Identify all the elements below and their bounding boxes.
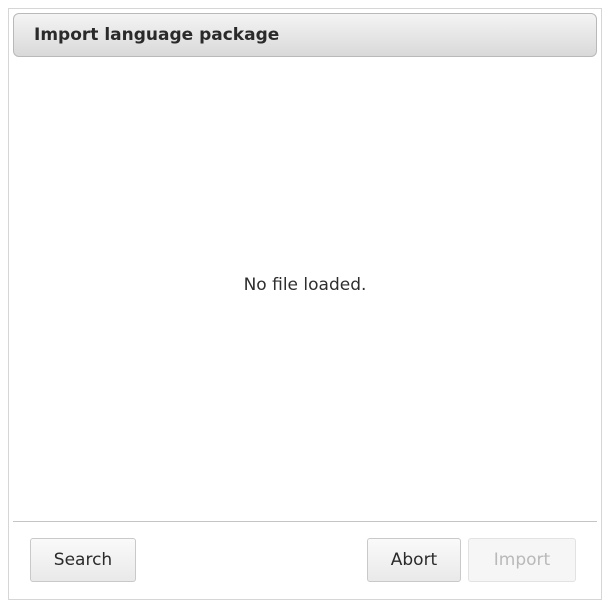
no-file-message: No file loaded.: [243, 275, 367, 295]
abort-button[interactable]: Abort: [367, 538, 461, 582]
import-language-dialog: Import language package No file loaded. …: [8, 8, 602, 600]
search-button[interactable]: Search: [30, 538, 136, 582]
dialog-titlebar: Import language package: [13, 13, 597, 57]
file-preview-area: No file loaded.: [13, 57, 597, 521]
import-button[interactable]: Import: [468, 538, 576, 582]
footer-divider: [13, 521, 597, 522]
dialog-title: Import language package: [34, 25, 280, 45]
